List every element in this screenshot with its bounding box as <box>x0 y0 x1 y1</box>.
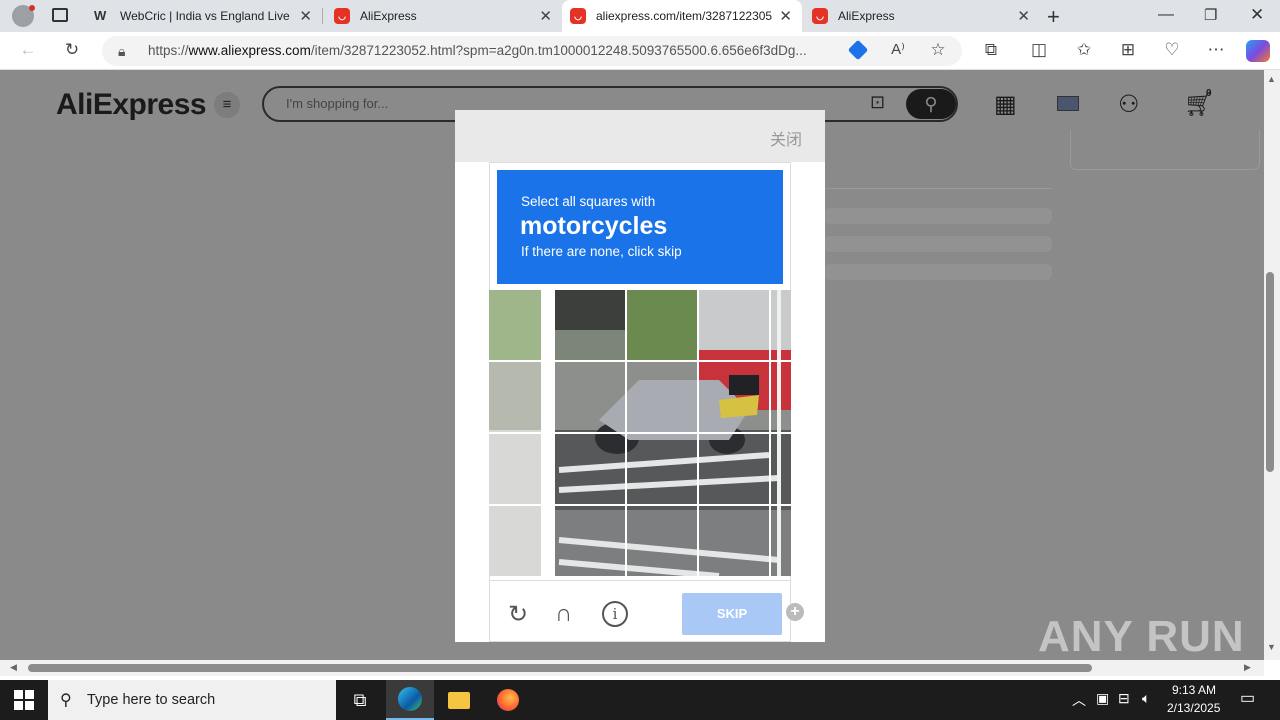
w-icon: W <box>94 8 107 23</box>
captcha-close-button[interactable]: 关闭 <box>770 126 802 150</box>
windows-start-icon[interactable] <box>14 690 34 710</box>
minimize-icon[interactable]: — <box>1158 6 1174 24</box>
refresh-icon[interactable]: ↻ <box>60 40 84 60</box>
skeleton-line <box>824 208 1052 224</box>
cart-count: 0 <box>1206 88 1212 99</box>
aliexpress-icon: ◡ <box>812 8 828 24</box>
tab-actions-icon[interactable] <box>52 8 68 22</box>
captcha-footer-divider <box>489 580 791 581</box>
category-menu-icon[interactable]: ≡ <box>214 92 240 118</box>
side-panel-placeholder <box>1070 130 1260 170</box>
split-screen-icon[interactable]: ◫ <box>1027 40 1051 60</box>
captcha-tile[interactable] <box>555 290 625 360</box>
vertical-scroll-thumb[interactable] <box>1266 272 1274 472</box>
captcha-tile[interactable] <box>699 506 769 576</box>
search-button[interactable]: ⚲ <box>906 89 956 119</box>
image-search-icon[interactable]: ⊡ <box>870 92 885 113</box>
divider <box>824 188 1052 189</box>
copilot-icon[interactable] <box>1246 40 1270 62</box>
clock-time[interactable]: 9:13 AM <box>1172 683 1216 697</box>
horizontal-scroll-thumb[interactable] <box>28 664 1092 672</box>
network-icon[interactable]: ⊟ <box>1118 690 1130 707</box>
captcha-tile[interactable] <box>627 290 697 360</box>
profile-badge <box>29 5 35 11</box>
captcha-tile[interactable] <box>699 290 769 360</box>
captcha-tile[interactable] <box>555 506 625 576</box>
audio-challenge-icon[interactable]: ∩ <box>555 600 572 628</box>
close-tab-icon[interactable]: ✕ <box>299 7 312 25</box>
anyrun-watermark: ANY RUN <box>1038 612 1245 661</box>
aliexpress-logo[interactable]: AliExpress <box>56 88 207 122</box>
file-explorer-icon[interactable] <box>435 680 483 720</box>
lock-icon[interactable]: 🔒︎ <box>118 43 125 60</box>
restore-icon[interactable]: ❐ <box>1204 6 1217 24</box>
close-window-icon[interactable]: ✕ <box>1250 5 1264 25</box>
captcha-tile[interactable] <box>555 434 625 504</box>
captcha-target-word: motorcycles <box>520 212 668 240</box>
tab-aliexpress-1[interactable]: ◡ AliExpress ✕ <box>326 0 562 32</box>
captcha-tile[interactable] <box>555 362 625 432</box>
firefox-icon[interactable] <box>484 680 532 720</box>
captcha-tile[interactable] <box>627 434 697 504</box>
captcha-tile[interactable] <box>627 362 697 432</box>
extensions-icon[interactable]: ⧉ <box>979 40 1003 60</box>
collections-icon[interactable]: ⊞ <box>1116 40 1140 60</box>
tab-webcric[interactable]: W WebCric | India vs England Live C ✕ <box>86 0 322 32</box>
captcha-tile[interactable] <box>699 362 769 432</box>
read-aloud-icon[interactable]: A⁾ <box>886 40 910 58</box>
tab-aliexpress-2[interactable]: ◡ AliExpress ✕ <box>804 0 1040 32</box>
more-menu-icon[interactable]: ⋯ <box>1204 40 1228 60</box>
captcha-instruction-text: Select all squares with <box>521 194 656 209</box>
scroll-down-icon[interactable]: ▼ <box>1267 642 1276 652</box>
skeleton-line <box>824 264 1052 280</box>
device-icon[interactable]: ▣ <box>1096 690 1109 707</box>
url-text[interactable]: https://www.aliexpress.com/item/32871223… <box>148 43 838 58</box>
scroll-up-icon[interactable]: ▲ <box>1267 74 1276 84</box>
expand-icon[interactable]: + <box>786 603 804 621</box>
favorites-icon[interactable]: ✩ <box>1072 40 1096 60</box>
favorite-star-icon[interactable]: ☆ <box>926 40 950 60</box>
uk-flag-icon[interactable] <box>1057 96 1079 111</box>
aliexpress-icon: ◡ <box>334 8 350 24</box>
account-icon[interactable]: ⚇ <box>1118 90 1140 119</box>
back-icon[interactable]: ← <box>16 40 40 60</box>
notification-icon[interactable]: ▭ <box>1240 688 1255 708</box>
browser-essentials-icon[interactable]: ♡ <box>1160 40 1184 60</box>
tray-overflow-icon[interactable]: ︿ <box>1072 690 1086 710</box>
close-tab-icon[interactable]: ✕ <box>779 7 792 25</box>
aliexpress-icon: ◡ <box>570 8 586 24</box>
captcha-skip-hint: If there are none, click skip <box>521 244 682 259</box>
volume-icon[interactable]: 🔈︎ <box>1142 690 1150 707</box>
search-icon: ⚲ <box>60 692 72 709</box>
skeleton-line <box>824 236 1052 252</box>
search-placeholder: I'm shopping for... <box>286 96 389 111</box>
close-tab-icon[interactable]: ✕ <box>539 7 552 25</box>
close-tab-icon[interactable]: ✕ <box>1017 7 1030 25</box>
edge-taskbar-icon[interactable] <box>386 680 434 720</box>
reload-icon[interactable]: ↻ <box>508 600 528 629</box>
skip-button[interactable]: SKIP <box>682 593 782 635</box>
captcha-tile[interactable] <box>699 434 769 504</box>
scroll-left-icon[interactable]: ◀ <box>10 662 17 673</box>
qr-code-icon[interactable]: ▦ <box>994 90 1017 119</box>
tab-divider <box>322 8 323 24</box>
captcha-tile[interactable] <box>627 506 697 576</box>
clock-date[interactable]: 2/13/2025 <box>1167 701 1220 715</box>
tab-aliexpress-item[interactable]: ◡ aliexpress.com/item/3287122305 ✕ <box>562 0 802 32</box>
task-view-icon[interactable]: ⧉ <box>336 680 384 720</box>
captcha-image-grid <box>489 290 791 576</box>
scroll-right-icon[interactable]: ▶ <box>1244 662 1251 673</box>
new-tab-icon[interactable]: + <box>1047 4 1060 30</box>
info-icon[interactable]: i <box>602 601 628 627</box>
taskbar-search-placeholder: Type here to search <box>87 692 216 708</box>
